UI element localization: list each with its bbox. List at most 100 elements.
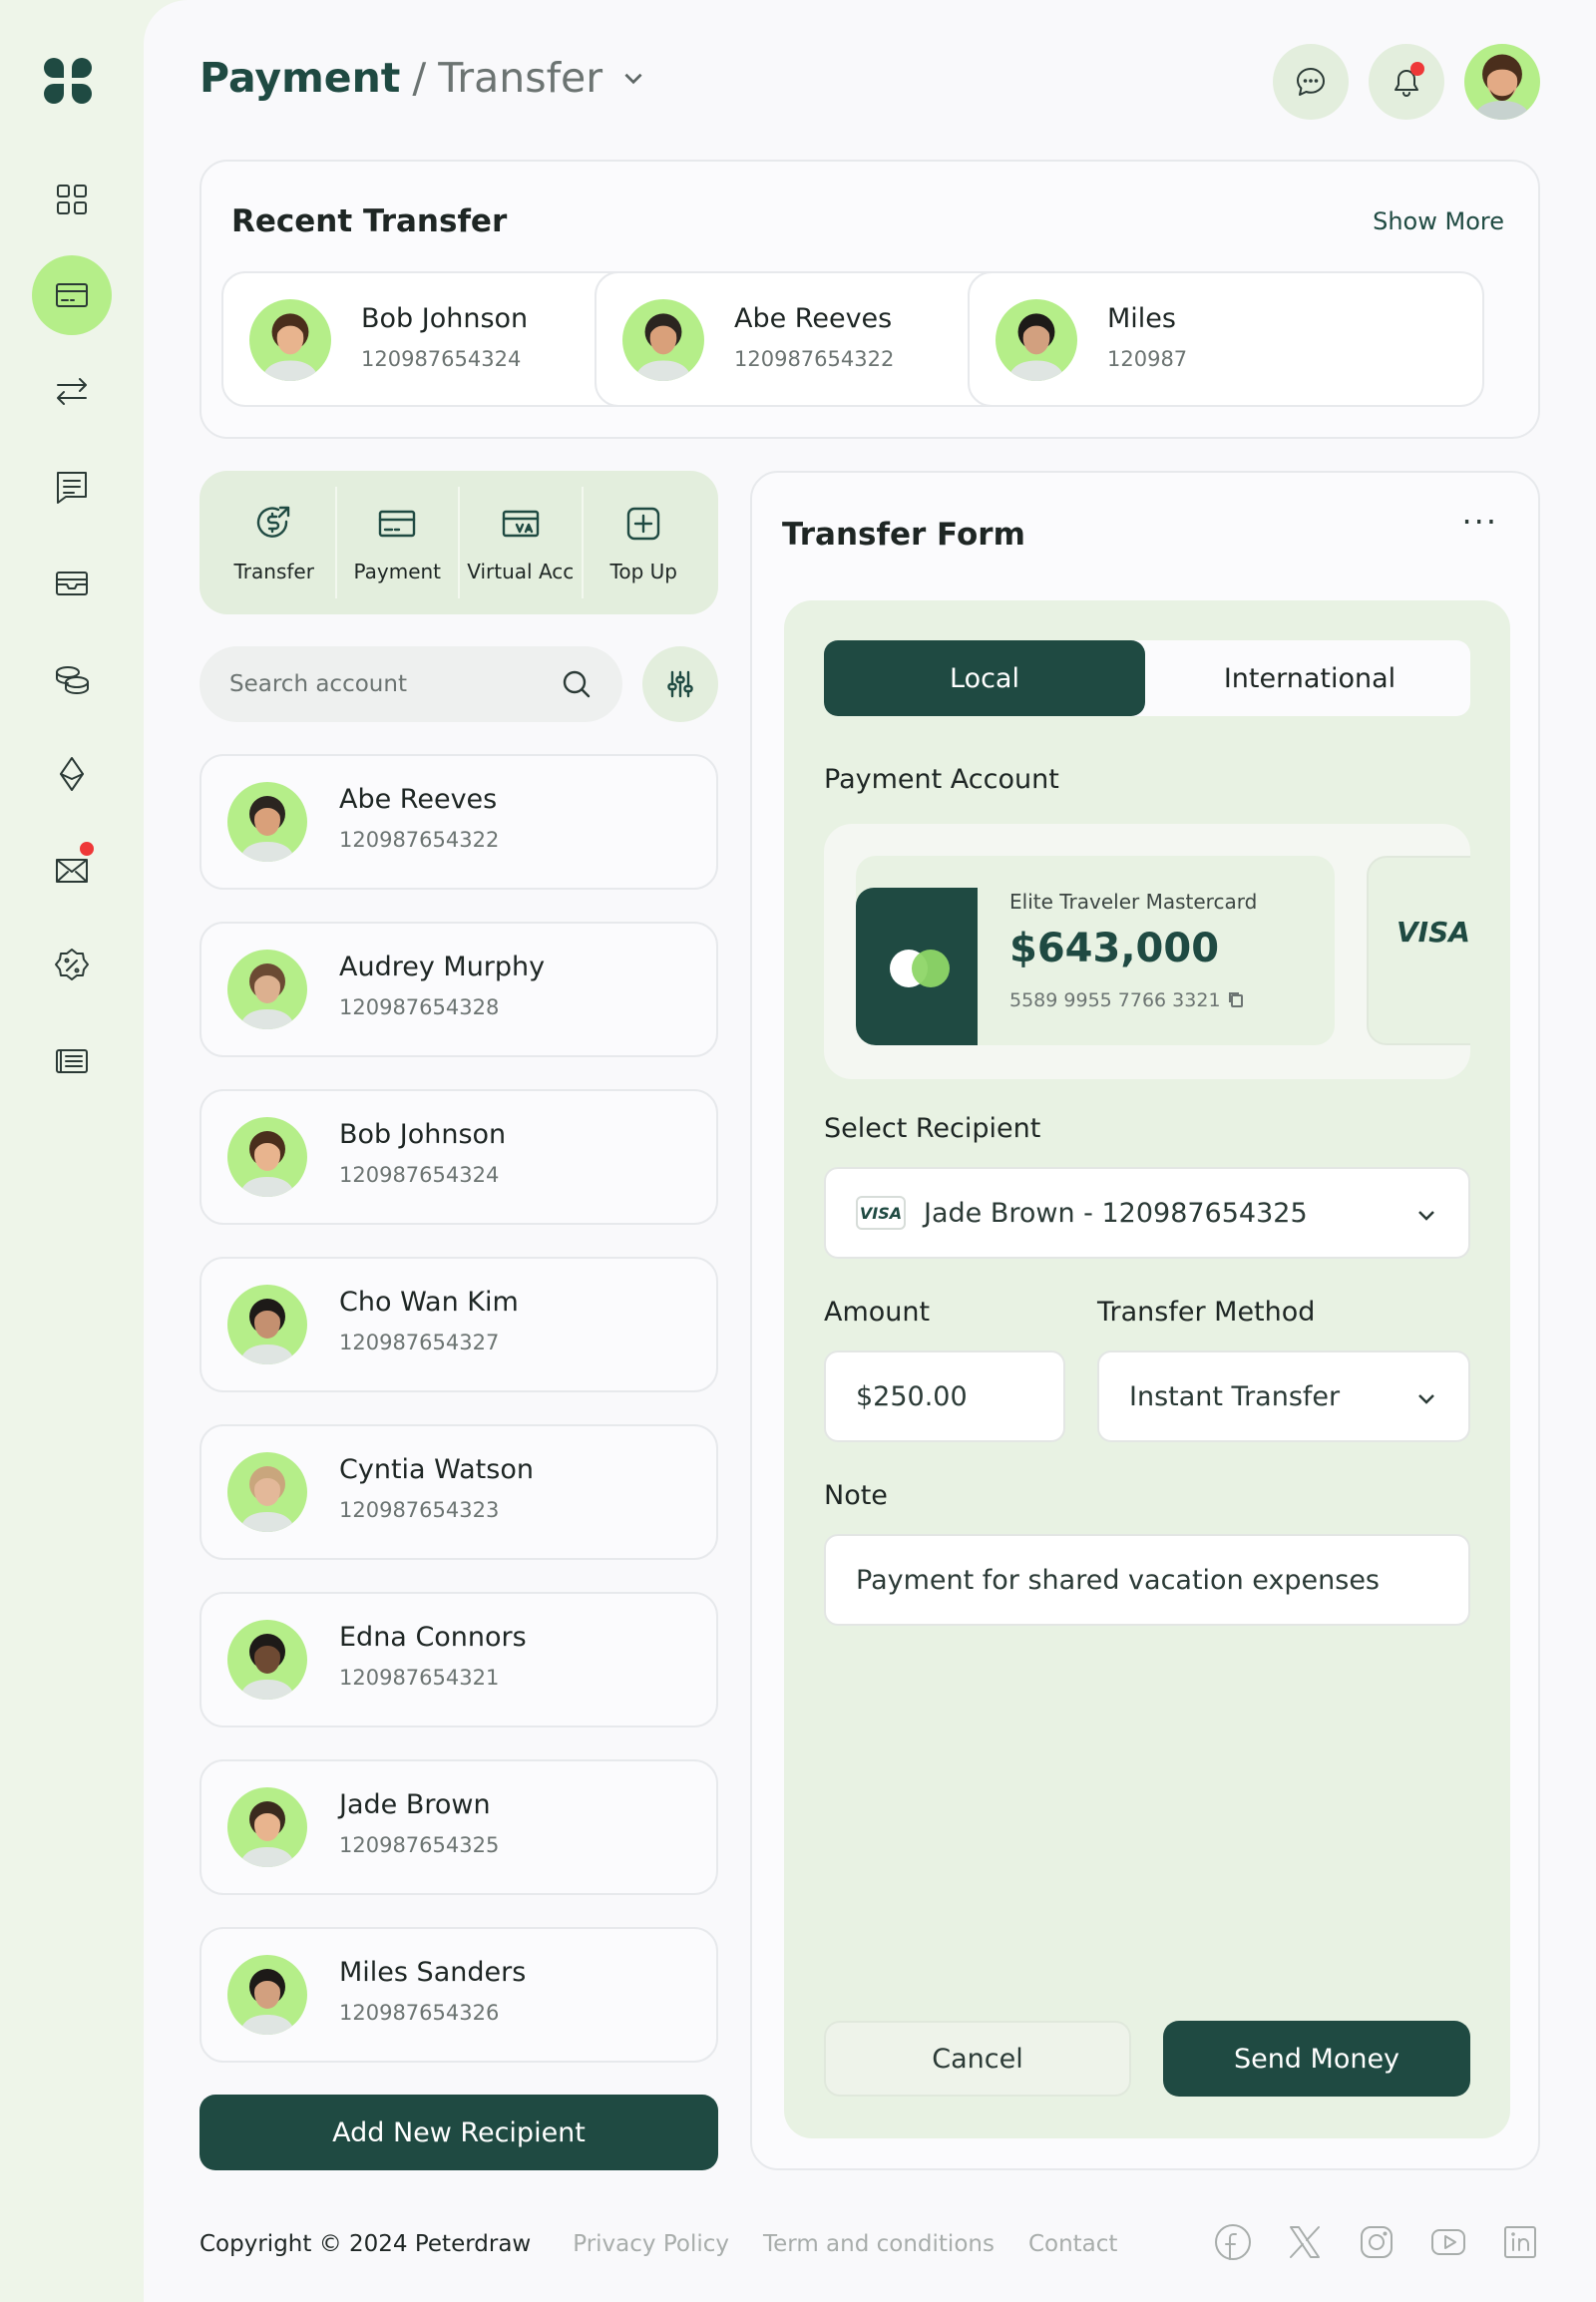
- transfer-arrows-icon: [57, 378, 87, 405]
- recipient-name: Edna Connors: [339, 1622, 527, 1653]
- recipient-list-item[interactable]: Audrey Murphy 120987654328: [200, 922, 718, 1057]
- nav-messages[interactable]: [32, 830, 112, 910]
- recipient-account: 120987654325: [339, 1833, 500, 1857]
- recipient-name: Jade Brown: [339, 1789, 491, 1820]
- avatar: [227, 782, 307, 862]
- document-icon: [57, 472, 87, 504]
- avatar: [227, 1117, 307, 1197]
- recipient-list-item[interactable]: Jade Brown 120987654325: [200, 1759, 718, 1895]
- recent-transfer-item[interactable]: Miles 120987: [968, 271, 1484, 407]
- instagram-icon[interactable]: [1357, 2222, 1396, 2262]
- recipient-list-item[interactable]: Cho Wan Kim 120987654327: [200, 1257, 718, 1392]
- add-new-recipient-button[interactable]: Add New Recipient: [200, 2095, 718, 2170]
- chevron-down-icon: [1418, 1211, 1434, 1221]
- recipient-list-item[interactable]: Cyntia Watson 120987654323: [200, 1424, 718, 1560]
- dollar-transfer-icon: [256, 506, 289, 538]
- note-value: Payment for shared vacation expenses: [856, 1564, 1380, 1596]
- breadcrumb[interactable]: Payment / Transfer: [200, 54, 646, 102]
- nav-news[interactable]: [32, 1021, 112, 1101]
- amount-label: Amount: [824, 1297, 931, 1328]
- recipient-account: 120987654324: [339, 1163, 500, 1187]
- select-recipient-label: Select Recipient: [824, 1113, 1041, 1144]
- payment-account-carousel: Elite Traveler Mastercard $643,000 5589 …: [824, 824, 1470, 1079]
- breadcrumb-separator: /: [412, 54, 427, 102]
- filter-button[interactable]: [642, 646, 718, 722]
- note-label: Note: [824, 1480, 888, 1511]
- action-virtual-acc[interactable]: Virtual Acc: [460, 487, 584, 598]
- app-logo[interactable]: [44, 58, 94, 108]
- recent-transfer-account: 120987: [1107, 347, 1188, 371]
- user-avatar[interactable]: [1464, 44, 1540, 120]
- recipient-list-item[interactable]: Bob Johnson 120987654324: [200, 1089, 718, 1225]
- send-money-button[interactable]: Send Money: [1163, 2021, 1470, 2097]
- tab-local[interactable]: Local: [824, 640, 1145, 716]
- payment-card-mastercard[interactable]: Elite Traveler Mastercard $643,000 5589 …: [856, 856, 1335, 1045]
- x-twitter-icon[interactable]: [1285, 2222, 1325, 2262]
- chat-bubble-icon: [1297, 68, 1325, 96]
- transfer-form-body: Local International Payment Account Elit…: [784, 600, 1510, 2138]
- tab-international[interactable]: International: [1149, 640, 1470, 716]
- nav-dashboard[interactable]: [32, 160, 112, 239]
- recipient-list-item[interactable]: Miles Sanders 120987654326: [200, 1927, 718, 2063]
- cancel-button[interactable]: Cancel: [824, 2021, 1131, 2097]
- nav-discounts[interactable]: [32, 926, 112, 1005]
- linkedin-icon[interactable]: [1500, 2222, 1540, 2262]
- recipient-account: 120987654328: [339, 995, 500, 1019]
- plus-square-icon: [627, 507, 660, 541]
- facebook-icon[interactable]: [1213, 2222, 1253, 2262]
- privacy-policy-link[interactable]: Privacy Policy: [573, 2231, 729, 2257]
- recipient-list-item[interactable]: Abe Reeves 120987654322: [200, 754, 718, 890]
- transfer-method-select[interactable]: Instant Transfer: [1097, 1350, 1470, 1442]
- action-transfer[interactable]: Transfer: [213, 487, 337, 598]
- grid-icon: [57, 185, 87, 214]
- card-name: Elite Traveler Mastercard: [1009, 890, 1258, 914]
- notifications-button[interactable]: [1369, 44, 1444, 120]
- action-top-up[interactable]: Top Up: [584, 487, 705, 598]
- sliders-icon: [667, 670, 693, 698]
- social-links: [1213, 2222, 1540, 2262]
- nav-coins[interactable]: [32, 638, 112, 718]
- note-input[interactable]: Payment for shared vacation expenses: [824, 1534, 1470, 1626]
- recipient-name: Audrey Murphy: [339, 952, 546, 982]
- show-more-link[interactable]: Show More: [1373, 207, 1504, 235]
- recipient-name: Miles Sanders: [339, 1957, 527, 1988]
- card-brand-panel: [856, 888, 978, 1045]
- terms-link[interactable]: Term and conditions: [763, 2231, 995, 2257]
- payment-account-label: Payment Account: [824, 764, 1059, 795]
- search-icon[interactable]: [561, 668, 593, 700]
- search-input[interactable]: Search account: [200, 646, 622, 722]
- nav-wallet[interactable]: [32, 543, 112, 622]
- coins-icon: [56, 666, 89, 694]
- recent-transfer-name: Miles: [1107, 303, 1176, 334]
- recent-transfer-title: Recent Transfer: [231, 203, 508, 239]
- recipient-select[interactable]: VISA Jade Brown - 120987654325: [824, 1167, 1470, 1259]
- breadcrumb-parent[interactable]: Payment: [200, 54, 400, 102]
- chevron-down-icon[interactable]: [620, 65, 646, 91]
- copy-icon[interactable]: [1227, 990, 1245, 1008]
- discount-badge-icon: [55, 949, 89, 980]
- nav-crypto[interactable]: [32, 734, 112, 814]
- nav-reports[interactable]: [32, 447, 112, 527]
- nav-transfer[interactable]: [32, 351, 112, 431]
- list-icon: [56, 1049, 88, 1073]
- contact-link[interactable]: Contact: [1028, 2231, 1117, 2257]
- breadcrumb-current: Transfer: [438, 54, 603, 102]
- avatar: [227, 1787, 307, 1867]
- action-payment[interactable]: Payment: [337, 487, 460, 598]
- action-label: Virtual Acc: [467, 560, 575, 583]
- youtube-icon[interactable]: [1428, 2222, 1468, 2262]
- mastercard-logo-circle: [912, 950, 950, 987]
- recipient-select-value: Jade Brown - 120987654325: [924, 1197, 1308, 1229]
- action-label: Transfer: [233, 560, 314, 583]
- payment-card-visa[interactable]: VISA: [1367, 856, 1470, 1045]
- card-icon: [379, 510, 416, 538]
- more-options-icon[interactable]: ···: [1461, 503, 1498, 541]
- recipient-list-item[interactable]: Edna Connors 120987654321: [200, 1592, 718, 1727]
- chat-button[interactable]: [1273, 44, 1349, 120]
- action-label: Payment: [353, 560, 442, 583]
- amount-input[interactable]: $250.00: [824, 1350, 1065, 1442]
- avatar: [996, 299, 1077, 381]
- card-number: 5589 9955 7766 3321: [1009, 989, 1245, 1011]
- nav-payment[interactable]: [32, 255, 112, 335]
- recipient-account: 120987654322: [339, 828, 500, 852]
